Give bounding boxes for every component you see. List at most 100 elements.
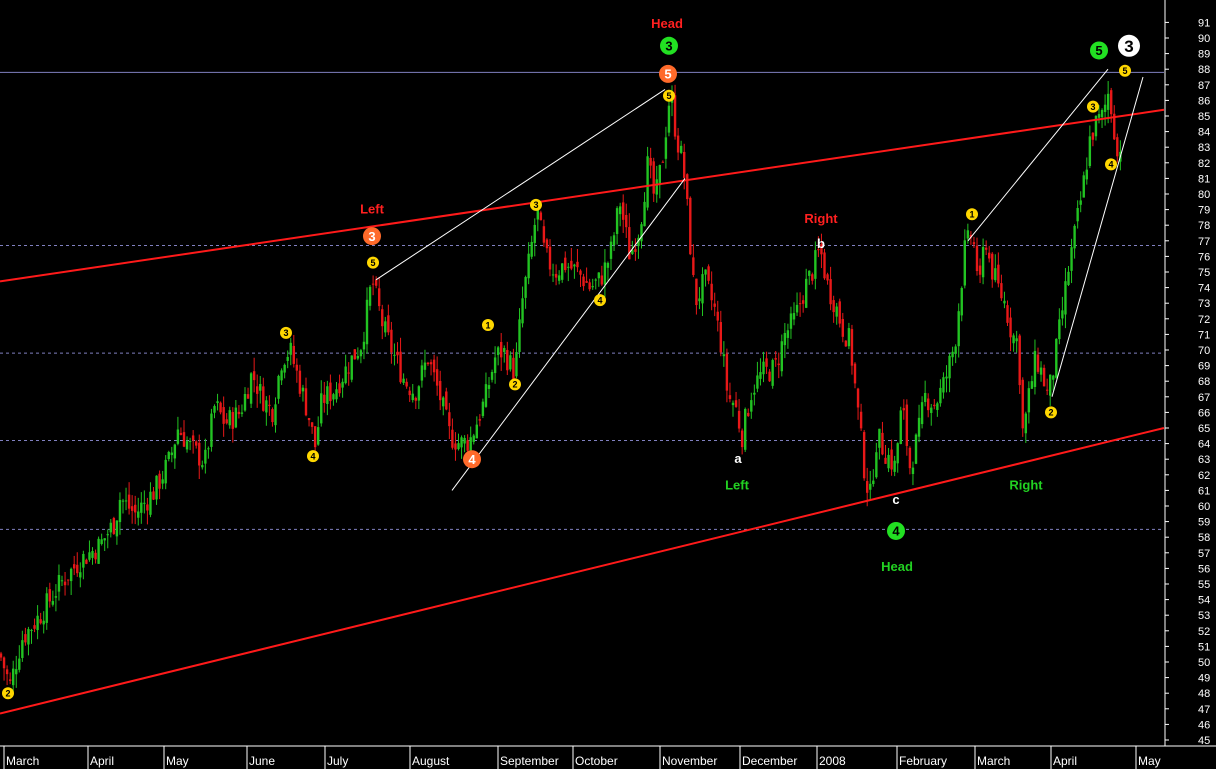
candle-body — [371, 283, 375, 285]
y-tick-label: 79 — [1198, 205, 1210, 217]
candle-body — [1100, 110, 1104, 118]
candle-body — [503, 348, 506, 352]
candle-body — [975, 245, 979, 272]
wave-marker-4-yellow: 4 — [594, 294, 606, 307]
y-tick-label: 46 — [1198, 719, 1210, 731]
wave-marker-3-green: 3 — [660, 36, 678, 55]
wave-marker-5-orange: 5 — [659, 64, 677, 83]
wave-marker-label: 4 — [310, 451, 315, 461]
wave-marker-label: 5 — [1122, 66, 1127, 76]
candle-body — [472, 435, 475, 442]
candle-body — [506, 349, 509, 371]
candle-body — [862, 432, 866, 479]
candle-body — [548, 246, 552, 270]
candle-body — [786, 330, 790, 338]
candle-body — [420, 365, 424, 381]
wave-marker-5-yellow: 5 — [663, 89, 675, 102]
candle-body — [899, 410, 902, 445]
candle-body — [1006, 305, 1009, 323]
y-tick-label: 72 — [1198, 314, 1210, 326]
candle-body — [591, 286, 594, 288]
candle-body — [838, 301, 841, 324]
candle-body — [972, 242, 976, 245]
candle-body — [951, 351, 954, 358]
candle-body — [1039, 367, 1043, 375]
candle-body — [667, 105, 671, 133]
candle-body — [1110, 90, 1113, 115]
candle-body — [704, 269, 707, 275]
candle-body — [551, 274, 555, 276]
candle-body — [911, 467, 915, 475]
candle-body — [1015, 338, 1018, 342]
candle-body — [774, 358, 777, 360]
candle-body — [445, 391, 448, 410]
candle-body — [707, 266, 710, 281]
candle-body — [51, 601, 55, 605]
candle-body — [869, 483, 872, 490]
candle-body — [753, 392, 756, 395]
wave-marker-3-white: 3 — [1118, 34, 1140, 57]
x-tick-label: May — [166, 754, 189, 768]
x-tick-label: July — [327, 754, 348, 768]
candle-body — [1000, 283, 1003, 299]
y-tick-label: 76 — [1198, 251, 1210, 263]
candle-body — [878, 428, 881, 448]
candle-body — [69, 568, 73, 582]
candle-body — [286, 356, 289, 361]
candle-body — [426, 362, 430, 365]
y-tick-label: 77 — [1198, 236, 1210, 248]
candle-body — [841, 319, 844, 337]
candle-body — [280, 370, 283, 381]
candle-body — [661, 161, 665, 163]
candle-body — [768, 371, 771, 382]
candle-body — [673, 95, 677, 137]
candle-body — [957, 311, 960, 347]
candle-body — [310, 422, 314, 427]
candle-body — [399, 351, 402, 383]
candle-body — [88, 552, 91, 560]
candle-body — [933, 404, 936, 407]
candle-body — [30, 629, 33, 631]
y-tick-label: 45 — [1198, 735, 1210, 747]
candle-body — [875, 452, 878, 478]
annotation-left: Left — [360, 202, 385, 217]
candle-body — [698, 298, 701, 302]
y-tick-label: 87 — [1198, 80, 1210, 92]
candle-body — [259, 384, 262, 391]
candle-body — [45, 593, 48, 623]
candle-body — [222, 407, 225, 424]
y-tick-label: 51 — [1198, 641, 1210, 653]
annotation-head: Head — [881, 559, 913, 574]
candle-body — [439, 380, 442, 401]
wave-marker-label: 3 — [533, 200, 538, 210]
candle-body — [756, 375, 759, 389]
candle-body — [731, 402, 735, 406]
candle-body — [618, 206, 622, 215]
candle-body — [808, 270, 811, 276]
y-tick-label: 57 — [1198, 548, 1210, 560]
candle-body — [805, 278, 808, 308]
candle-body — [158, 473, 161, 489]
candle-body — [920, 402, 924, 425]
candle-body — [442, 397, 445, 407]
chart-background — [0, 0, 1216, 769]
candle-body — [109, 522, 112, 533]
candle-body — [36, 615, 39, 631]
candle-body — [679, 145, 683, 153]
candle-body — [795, 304, 799, 313]
annotation-head: Head — [651, 16, 683, 31]
x-tick-label: November — [662, 754, 717, 768]
candle-body — [201, 465, 204, 468]
candle-body — [374, 279, 378, 286]
candle-body — [609, 241, 613, 259]
candle-body — [292, 345, 295, 364]
candle-body — [155, 475, 158, 500]
candle-body — [115, 520, 119, 537]
candle-body — [164, 459, 167, 484]
candle-body — [994, 268, 997, 281]
x-tick-label: March — [6, 754, 39, 768]
y-tick-label: 53 — [1198, 610, 1210, 622]
candle-body — [0, 653, 3, 658]
wave-marker-label: 2 — [512, 380, 517, 390]
candle-body — [94, 552, 97, 560]
